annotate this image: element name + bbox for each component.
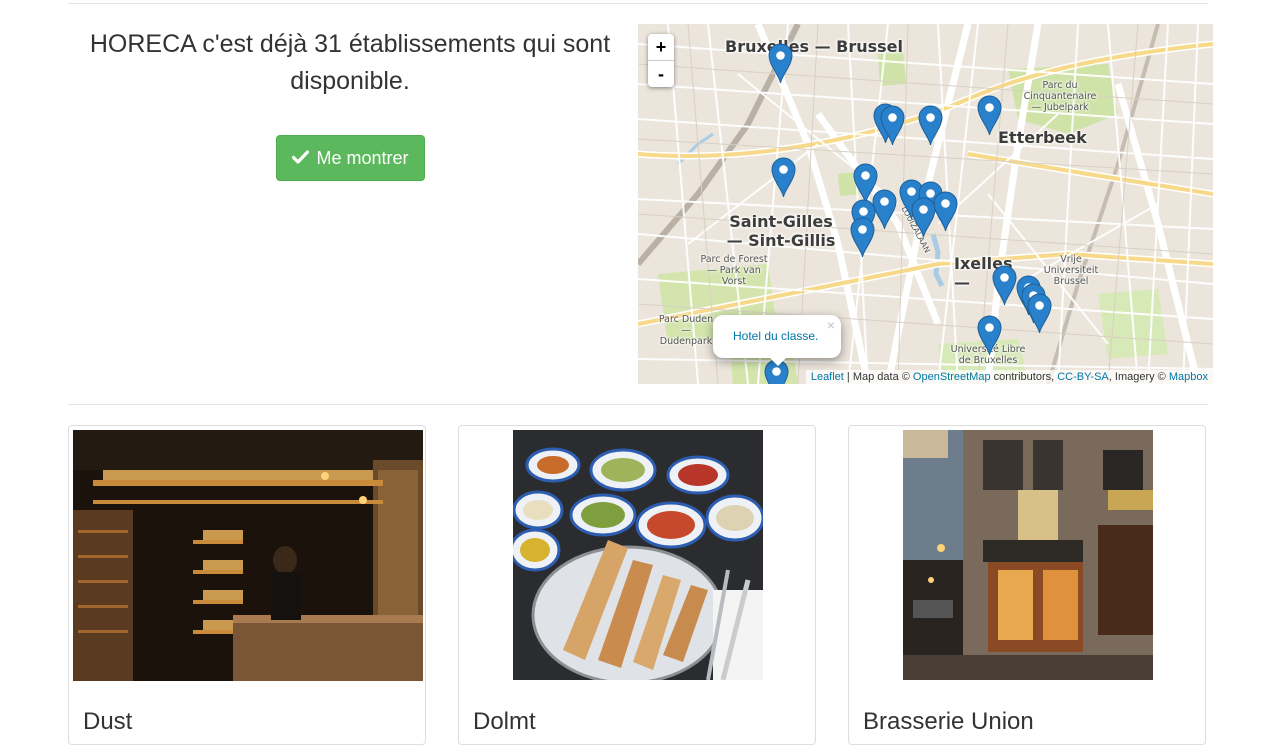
venue-card-title[interactable]: Dust xyxy=(83,708,132,736)
divider-middle xyxy=(68,404,1208,405)
popup-text: Hotel du classe. xyxy=(733,329,819,343)
check-icon xyxy=(292,148,310,169)
map-marker-icon[interactable] xyxy=(1026,293,1052,334)
brasserie-facade-photo xyxy=(903,430,1153,680)
map-marker-icon[interactable] xyxy=(879,105,905,146)
zoom-control: + - xyxy=(648,34,674,87)
map-label-bruxelles: Bruxelles — Brussel xyxy=(725,37,903,56)
mapbox-link[interactable]: Mapbox xyxy=(1169,371,1208,383)
zoom-out-button[interactable]: - xyxy=(648,61,674,87)
mezze-table-photo xyxy=(513,430,763,680)
leaflet-map[interactable]: Bruxelles — Brussel Etterbeek Saint-Gill… xyxy=(638,24,1213,384)
map-marker-icon[interactable] xyxy=(991,265,1017,306)
map-label-forest-park: Parc de Forest — Park van Vorst xyxy=(700,254,768,287)
bar-interior-photo xyxy=(73,430,423,681)
venue-card[interactable]: Dust xyxy=(68,425,426,745)
page-headline: HORECA c'est déjà 31 établissements qui … xyxy=(89,30,611,95)
map-label-saint-gilles: Saint-Gilles — Sint-Gillis xyxy=(726,212,836,250)
leaflet-link[interactable]: Leaflet xyxy=(811,371,844,383)
map-marker-icon[interactable] xyxy=(767,43,793,84)
map-marker-icon[interactable] xyxy=(976,315,1002,356)
map-marker-icon[interactable] xyxy=(932,191,958,232)
attribution-text: | Map data © xyxy=(843,371,913,383)
map-attribution: Leaflet | Map data © OpenStreetMap contr… xyxy=(805,370,1213,384)
venue-card-title[interactable]: Brasserie Union xyxy=(863,708,1034,736)
map-marker-icon[interactable] xyxy=(917,105,943,146)
popup-tip xyxy=(769,357,787,366)
cc-by-sa-link[interactable]: CC-BY-SA xyxy=(1057,371,1109,383)
venue-card-title[interactable]: Dolmt xyxy=(473,708,536,736)
map-label-duden: Parc Duden — Dudenpark xyxy=(658,314,714,347)
osm-link[interactable]: OpenStreetMap xyxy=(913,371,991,383)
show-me-button-label: Me montrer xyxy=(316,147,409,168)
show-me-button[interactable]: Me montrer xyxy=(276,135,425,181)
popup-close-button[interactable]: × xyxy=(827,317,835,333)
map-label-vub: Vrije Universiteit Brussel xyxy=(1043,254,1099,287)
map-marker-icon[interactable] xyxy=(976,95,1002,136)
zoom-in-button[interactable]: + xyxy=(648,34,674,61)
map-marker-icon[interactable] xyxy=(770,157,796,198)
map-label-cinquantenaire: Parc du Cinquantenaire — Jubelpark xyxy=(1023,80,1097,113)
map-popup: Hotel du classe. × xyxy=(713,315,841,366)
attribution-text: contributors, xyxy=(990,371,1058,383)
venue-card[interactable]: Dolmt xyxy=(458,425,816,745)
map-label-etterbeek: Etterbeek xyxy=(998,128,1087,147)
attribution-text: , Imagery © xyxy=(1108,371,1169,383)
divider-top xyxy=(68,3,1208,4)
venue-card[interactable]: Brasserie Union xyxy=(848,425,1206,745)
map-marker-icon[interactable] xyxy=(849,217,875,258)
